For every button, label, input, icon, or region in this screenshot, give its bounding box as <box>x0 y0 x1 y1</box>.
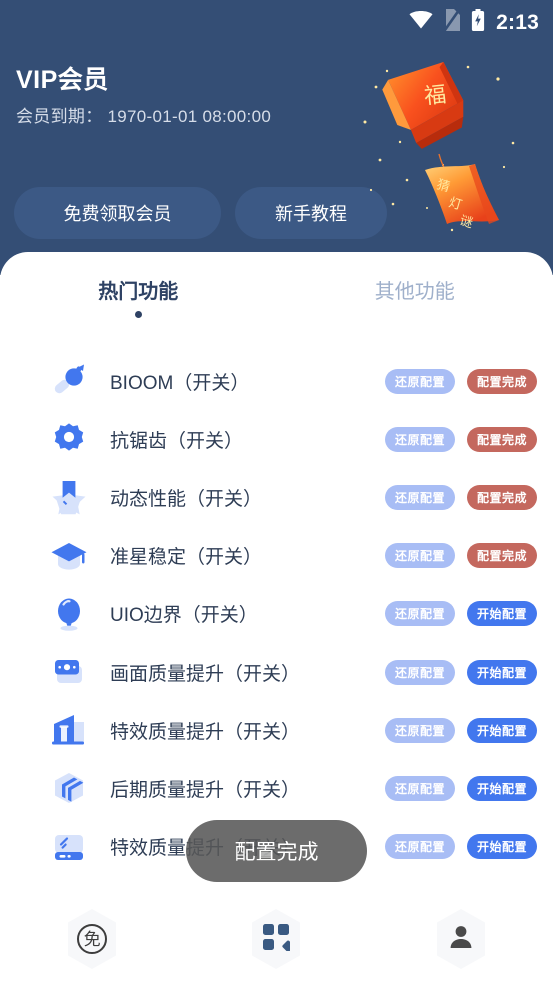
balloon-icon <box>50 595 88 633</box>
tab-other-functions[interactable]: 其他功能 <box>277 278 553 338</box>
tab-bar: 热门功能 其他功能 <box>0 278 553 338</box>
function-row-actions: 还原配置 配置完成 <box>385 543 537 569</box>
status-bar: 2:13 <box>409 0 539 45</box>
vip-header: 2:13 VIP会员 会员到期： 1970-01-01 08:00:00 免费领… <box>0 0 553 275</box>
nav-grid-button[interactable] <box>184 895 368 983</box>
status-bar-clock: 2:13 <box>496 11 539 34</box>
restore-config-button[interactable]: 还原配置 <box>385 543 455 569</box>
beginner-tutorial-button[interactable]: 新手教程 <box>235 187 387 239</box>
function-row-actions: 还原配置 开始配置 <box>385 775 537 801</box>
start-config-button[interactable]: 开始配置 <box>467 834 537 860</box>
config-complete-button[interactable]: 配置完成 <box>467 426 537 452</box>
function-row-label: 特效质量提升（开关） <box>110 721 301 743</box>
grid-apps-icon <box>262 923 295 956</box>
star-badge-icon <box>50 478 88 516</box>
membership-expiry: 会员到期： 1970-01-01 08:00:00 <box>16 107 272 126</box>
restore-config-button[interactable]: 还原配置 <box>385 601 455 627</box>
function-row-actions: 还原配置 开始配置 <box>385 717 537 743</box>
active-tab-indicator-dot <box>134 311 142 318</box>
building-icon <box>50 711 88 749</box>
function-row[interactable]: 后期质量提升（开关） 还原配置 开始配置 <box>0 759 553 817</box>
nav-profile-button[interactable] <box>369 895 553 983</box>
svg-text:福: 福 <box>423 83 448 110</box>
svg-text:灯: 灯 <box>447 195 464 213</box>
function-row-label: 动态性能（开关） <box>110 488 263 510</box>
start-config-button[interactable]: 开始配置 <box>467 601 537 627</box>
config-complete-button[interactable]: 配置完成 <box>467 368 537 394</box>
function-row[interactable]: UIO边界（开关） 还原配置 开始配置 <box>0 585 553 643</box>
function-row[interactable]: 准星稳定（开关） 还原配置 配置完成 <box>0 527 553 585</box>
restore-config-button[interactable]: 还原配置 <box>385 834 455 860</box>
function-row-label: BIOOM（开关） <box>110 372 250 394</box>
person-icon <box>448 924 474 955</box>
header-action-buttons: 免费领取会员 新手教程 <box>14 187 387 239</box>
claim-free-vip-button[interactable]: 免费领取会员 <box>14 187 221 239</box>
function-row-actions: 还原配置 配置完成 <box>385 368 537 394</box>
function-row-actions: 还原配置 开始配置 <box>385 834 537 860</box>
wifi-icon <box>409 11 433 34</box>
toast-text: 配置完成 <box>234 841 319 864</box>
svg-text:猜: 猜 <box>435 177 452 195</box>
function-row-label: 准星稳定（开关） <box>110 547 263 569</box>
battery-charging-icon <box>471 9 485 36</box>
config-complete-button[interactable]: 配置完成 <box>467 543 537 569</box>
function-row[interactable]: 动态性能（开关） 还原配置 配置完成 <box>0 468 553 526</box>
function-row-actions: 还原配置 开始配置 <box>385 601 537 627</box>
tab-other-functions-label: 其他功能 <box>374 281 455 303</box>
gear-icon <box>50 420 88 458</box>
tab-hot-functions[interactable]: 热门功能 <box>0 278 277 338</box>
film-frame-icon <box>50 653 88 691</box>
restore-config-button[interactable]: 还原配置 <box>385 484 455 510</box>
free-badge-icon: 免 <box>77 924 108 954</box>
sim-off-icon <box>444 9 461 36</box>
start-config-button[interactable]: 开始配置 <box>467 775 537 801</box>
restore-config-button[interactable]: 还原配置 <box>385 717 455 743</box>
harddrive-icon <box>50 828 88 866</box>
function-row[interactable]: 特效质量提升（开关） 还原配置开始配置 <box>0 701 553 759</box>
function-row-actions: 还原配置 开始配置 <box>385 659 537 685</box>
graduation-cap-icon <box>50 537 88 575</box>
start-config-button[interactable]: 开始配置 <box>467 659 537 685</box>
restore-config-button[interactable]: 还原配置 <box>385 426 455 452</box>
toast-message: 配置完成 <box>186 820 367 882</box>
function-row[interactable]: 画面质量提升（开关） 还原配置 开始配置 <box>0 643 553 701</box>
bomb-icon <box>50 362 88 400</box>
restore-config-button[interactable]: 还原配置 <box>385 368 455 394</box>
function-row[interactable]: BIOOM（开关） 还原配置 配置完成 <box>0 352 553 410</box>
start-config-button[interactable]: 开始配置 <box>467 717 537 743</box>
function-row-label: 抗锯齿（开关） <box>110 430 244 452</box>
function-row-label: 画面质量提升（开关） <box>110 663 301 685</box>
function-row-actions: 还原配置 配置完成 <box>385 484 537 510</box>
tab-hot-functions-label: 热门功能 <box>98 281 179 303</box>
function-list[interactable]: BIOOM（开关） 还原配置 配置完成 抗锯齿（开关） 还原配置 配置完成 动态性能（开… <box>0 352 553 897</box>
config-complete-button[interactable]: 配置完成 <box>467 484 537 510</box>
svg-text:谜: 谜 <box>458 213 475 231</box>
function-row[interactable]: 抗锯齿（开关） 还原配置 配置完成 <box>0 410 553 468</box>
page-title: VIP会员 <box>16 66 109 94</box>
nav-free-button[interactable]: 免 <box>0 895 184 983</box>
layers-cube-icon <box>50 769 88 807</box>
function-row-label: UIO边界（开关） <box>110 605 258 627</box>
restore-config-button[interactable]: 还原配置 <box>385 775 455 801</box>
inactive-tab-indicator-dot <box>411 311 418 318</box>
function-row-label: 后期质量提升（开关） <box>110 779 301 801</box>
restore-config-button[interactable]: 还原配置 <box>385 659 455 685</box>
function-row-actions: 还原配置 配置完成 <box>385 426 537 452</box>
bottom-navigation-bar: 免 <box>0 895 553 983</box>
